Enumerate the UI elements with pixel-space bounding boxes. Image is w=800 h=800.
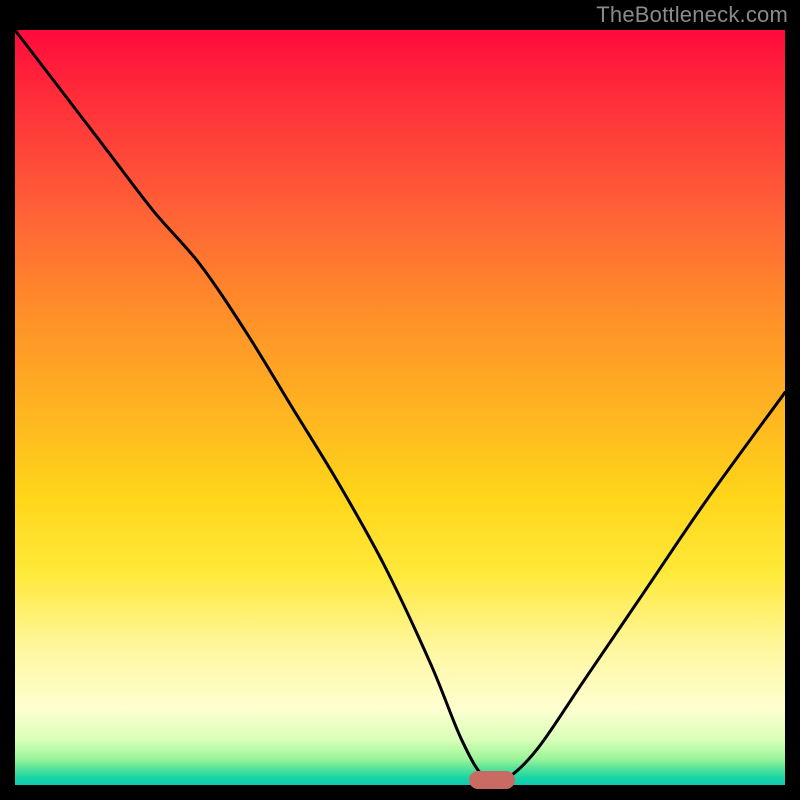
watermark-text: TheBottleneck.com: [596, 2, 788, 28]
plot-area: [15, 30, 785, 785]
bottleneck-curve: [15, 30, 785, 785]
chart-frame: TheBottleneck.com: [0, 0, 800, 800]
optimum-marker: [469, 771, 515, 789]
